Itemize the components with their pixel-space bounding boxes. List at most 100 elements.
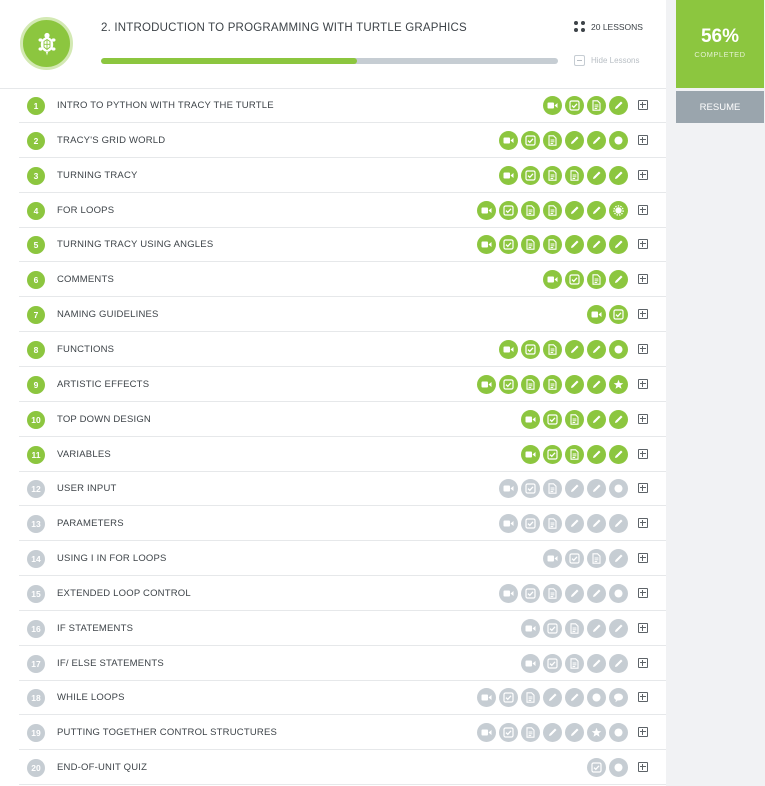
lesson-title[interactable]: VARIABLES [57,449,111,460]
video-icon[interactable] [499,479,518,499]
expand-icon[interactable] [638,762,648,773]
lesson-title[interactable]: PUTTING TOGETHER CONTROL STRUCTURES [57,727,277,738]
doc-icon[interactable] [521,374,540,394]
doc-icon[interactable] [543,374,562,394]
doc-icon[interactable] [543,514,562,534]
check-icon[interactable] [521,339,540,359]
doc-icon[interactable] [565,444,584,464]
lesson-row[interactable]: 4 FOR LOOPS [19,194,666,228]
doc-icon[interactable] [543,130,562,150]
pencil-icon[interactable] [609,235,628,255]
expand-icon[interactable] [638,587,648,598]
lesson-row[interactable]: 20 END-OF-UNIT QUIZ [19,751,666,786]
lesson-title[interactable]: FOR LOOPS [57,205,114,216]
pencil-icon[interactable] [543,723,562,743]
lesson-title[interactable]: COMMENTS [57,274,114,285]
resume-button[interactable]: RESUME [676,91,764,123]
pencil-icon[interactable] [565,235,584,255]
doc-icon[interactable] [587,270,606,290]
star-icon[interactable] [609,374,628,394]
doc-icon[interactable] [521,235,540,255]
expand-icon[interactable] [638,727,648,738]
doc-icon[interactable] [565,409,584,429]
lesson-row[interactable]: 16 IF STATEMENTS [19,612,666,646]
doc-icon[interactable] [587,549,606,569]
dot-icon[interactable] [587,688,606,708]
lesson-title[interactable]: TOP DOWN DESIGN [57,414,151,425]
expand-icon[interactable] [638,692,648,703]
dot-icon[interactable] [609,339,628,359]
expand-icon[interactable] [638,309,648,320]
video-icon[interactable] [521,618,540,638]
pencil-icon[interactable] [565,339,584,359]
doc-icon[interactable] [543,583,562,603]
doc-icon[interactable] [565,165,584,185]
dot-icon[interactable] [609,583,628,603]
dot-icon[interactable] [609,758,628,778]
pencil-icon[interactable] [587,479,606,499]
expand-icon[interactable] [638,239,648,250]
check-icon[interactable] [521,479,540,499]
pencil-icon[interactable] [543,688,562,708]
doc-icon[interactable] [521,200,540,220]
video-icon[interactable] [543,270,562,290]
lesson-row[interactable]: 3 TURNING TRACY [19,159,666,193]
doc-icon[interactable] [587,96,606,115]
check-icon[interactable] [521,165,540,185]
pencil-icon[interactable] [587,339,606,359]
lesson-row[interactable]: 2 TRACY'S GRID WORLD [19,124,666,158]
video-icon[interactable] [521,409,540,429]
doc-icon[interactable] [543,235,562,255]
check-icon[interactable] [543,618,562,638]
pencil-icon[interactable] [609,409,628,429]
expand-icon[interactable] [638,413,648,424]
pencil-icon[interactable] [609,618,628,638]
expand-icon[interactable] [638,657,648,668]
expand-icon[interactable] [638,378,648,389]
pencil-icon[interactable] [609,444,628,464]
video-icon[interactable] [543,549,562,569]
lesson-title[interactable]: FUNCTIONS [57,344,114,355]
lesson-row[interactable]: 12 USER INPUT [19,472,666,507]
check-icon[interactable] [499,374,518,394]
lesson-row[interactable]: 5 TURNING TRACY USING ANGLES [19,228,666,263]
expand-icon[interactable] [638,622,648,633]
lesson-title[interactable]: TURNING TRACY [57,170,138,181]
lesson-title[interactable]: END-OF-UNIT QUIZ [57,762,147,773]
expand-icon[interactable] [638,448,648,459]
video-icon[interactable] [477,723,496,743]
doc-icon[interactable] [543,165,562,185]
pencil-icon[interactable] [609,270,628,290]
pencil-icon[interactable] [609,96,628,115]
pencil-icon[interactable] [587,130,606,150]
pencil-icon[interactable] [565,200,584,220]
check-icon[interactable] [499,723,518,743]
lesson-row[interactable]: 9 ARTISTIC EFFECTS [19,368,666,402]
dot-icon[interactable] [609,479,628,499]
check-icon[interactable] [521,583,540,603]
video-icon[interactable] [477,688,496,708]
pencil-icon[interactable] [609,514,628,534]
lesson-row[interactable]: 19 PUTTING TOGETHER CONTROL STRUCTURES [19,716,666,751]
pencil-icon[interactable] [587,653,606,673]
expand-icon[interactable] [638,483,648,494]
doc-icon[interactable] [565,653,584,673]
video-icon[interactable] [499,583,518,603]
lesson-title[interactable]: EXTENDED LOOP CONTROL [57,588,191,599]
pencil-icon[interactable] [609,165,628,185]
pencil-icon[interactable] [609,653,628,673]
lesson-row[interactable]: 11 VARIABLES [19,438,666,472]
check-icon[interactable] [521,514,540,534]
pencil-icon[interactable] [565,374,584,394]
check-icon[interactable] [499,688,518,708]
video-icon[interactable] [543,96,562,115]
lesson-title[interactable]: IF/ ELSE STATEMENTS [57,658,164,669]
check-icon[interactable] [565,270,584,290]
lesson-title[interactable]: TRACY'S GRID WORLD [57,135,165,146]
check-icon[interactable] [499,200,518,220]
pencil-icon[interactable] [565,583,584,603]
check-icon[interactable] [543,409,562,429]
check-icon[interactable] [499,235,518,255]
expand-icon[interactable] [638,100,648,110]
pencil-icon[interactable] [565,723,584,743]
